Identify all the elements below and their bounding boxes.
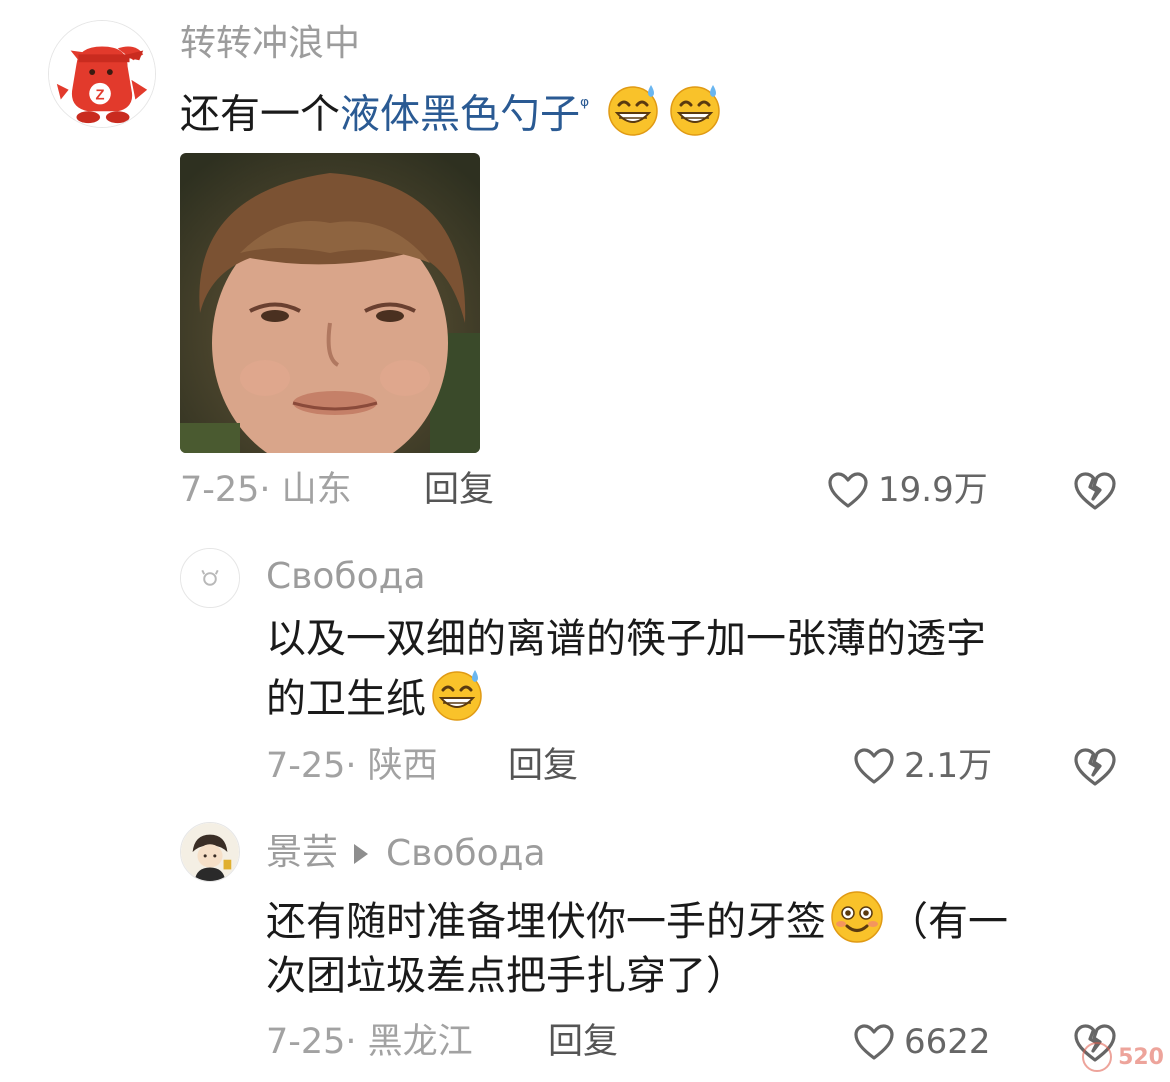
- comment-date-location: 7-25· 陕西: [266, 746, 438, 786]
- like-count: 2.1万: [904, 746, 993, 786]
- username: 景芸 Свобода: [266, 831, 546, 876]
- username[interactable]: 景芸: [266, 832, 338, 873]
- search-link[interactable]: 液体黑色勺子: [340, 91, 580, 137]
- broken-heart-icon[interactable]: [1072, 470, 1118, 512]
- comment-image[interactable]: [180, 153, 480, 453]
- heart-icon: [852, 1022, 896, 1062]
- comment-text-line-2: 的卫生纸: [266, 666, 986, 726]
- comment-text: 以及一双细的离谱的筷子加一张薄的透字 的卫生纸: [266, 612, 986, 726]
- grinning-sweat-emoji-icon: [429, 666, 485, 722]
- comment-text: 还有随时准备埋伏你一手的牙签 （有一 次团垃圾差点把手扎穿了）: [266, 889, 1008, 1003]
- heart-icon: [826, 470, 870, 510]
- watermark: 520: [1082, 1042, 1164, 1072]
- like-count: 6622: [904, 1022, 991, 1062]
- reply-button[interactable]: 回复: [548, 1020, 618, 1064]
- like-button[interactable]: 19.9万: [826, 468, 988, 512]
- like-count: 19.9万: [878, 470, 988, 510]
- comment-thread: Z 转转冲浪中 还有一个液体黑色勺子ᵠ 7-25· 山东 回复 19.9万 Св…: [0, 0, 1170, 1082]
- comment-date-location: 7-25· 黑龙江: [266, 1022, 473, 1062]
- comment-text-line: 还有随时准备埋伏你一手的牙签 （有一: [266, 889, 1008, 949]
- reply-button[interactable]: 回复: [508, 744, 578, 788]
- search-icon[interactable]: ᵠ: [580, 94, 589, 119]
- reply-to-username[interactable]: Свобода: [386, 832, 546, 876]
- svg-text:Z: Z: [96, 88, 105, 104]
- reply-arrow-icon: [354, 844, 369, 864]
- avatar[interactable]: [180, 822, 240, 882]
- comment-text-prefix: 还有一个: [180, 91, 340, 138]
- comment-text-line-2: 次团垃圾差点把手扎穿了）: [266, 953, 746, 999]
- avatar[interactable]: Z: [48, 20, 156, 128]
- broken-heart-icon[interactable]: [1072, 746, 1118, 788]
- avatar[interactable]: [180, 548, 240, 608]
- like-button[interactable]: 2.1万: [852, 744, 992, 788]
- watermark-logo-icon: [1082, 1042, 1113, 1072]
- reply-button[interactable]: 回复: [424, 468, 494, 512]
- comment-text-line: 以及一双细的离谱的筷子加一张薄的透字: [266, 616, 986, 662]
- smiling-blush-emoji-icon: [829, 889, 885, 945]
- username[interactable]: 转转冲浪中: [180, 22, 360, 66]
- like-button[interactable]: 6622: [852, 1020, 991, 1064]
- grinning-sweat-emoji-icon: [667, 81, 723, 137]
- comment-text: 还有一个液体黑色勺子ᵠ: [180, 80, 726, 141]
- comment-date-location: 7-25· 山东: [180, 470, 352, 510]
- username[interactable]: Свобода: [266, 555, 426, 599]
- grinning-sweat-emoji-icon: [605, 81, 661, 137]
- heart-icon: [852, 746, 896, 786]
